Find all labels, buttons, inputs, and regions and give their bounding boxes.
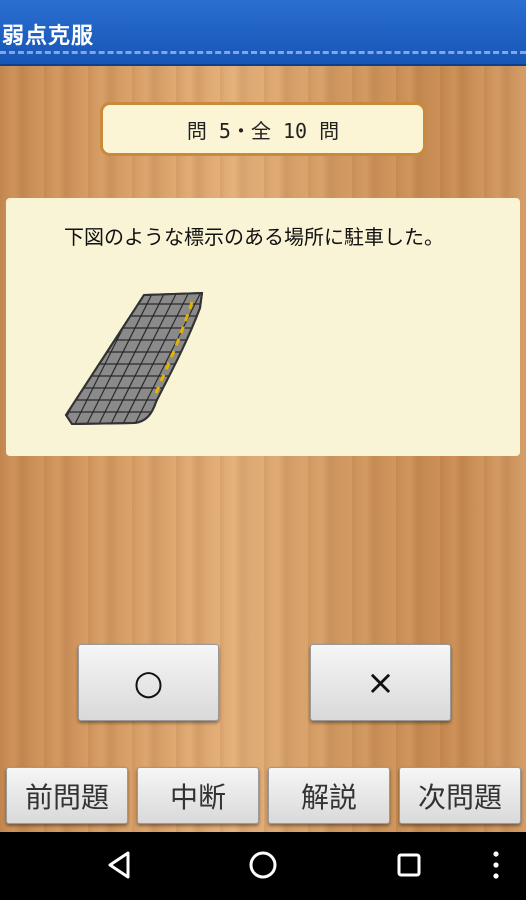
next-question-button[interactable]: 次問題 [399, 767, 521, 824]
question-counter: 問 5・全 10 問 [100, 102, 426, 156]
prev-question-button[interactable]: 前問題 [6, 767, 128, 824]
home-icon[interactable] [246, 848, 280, 882]
app-title: 弱点克服 [2, 24, 95, 49]
system-navigation-bar [0, 832, 526, 900]
overflow-menu-icon[interactable] [486, 848, 506, 882]
answer-false-button[interactable]: × [310, 644, 451, 721]
explanation-button[interactable]: 解説 [268, 767, 390, 824]
no-parking-zebra-marking-illustration [64, 291, 204, 426]
answer-true-button[interactable]: ○ [78, 644, 219, 721]
pause-button[interactable]: 中断 [137, 767, 259, 824]
title-bar-stitch [0, 51, 526, 54]
title-bar: 弱点克服 [0, 0, 526, 66]
back-icon[interactable] [104, 848, 134, 882]
question-text: 下図のような標示のある場所に駐車した。 [64, 225, 444, 249]
question-panel: 下図のような標示のある場所に駐車した。 [6, 198, 520, 456]
recents-icon[interactable] [394, 848, 424, 882]
